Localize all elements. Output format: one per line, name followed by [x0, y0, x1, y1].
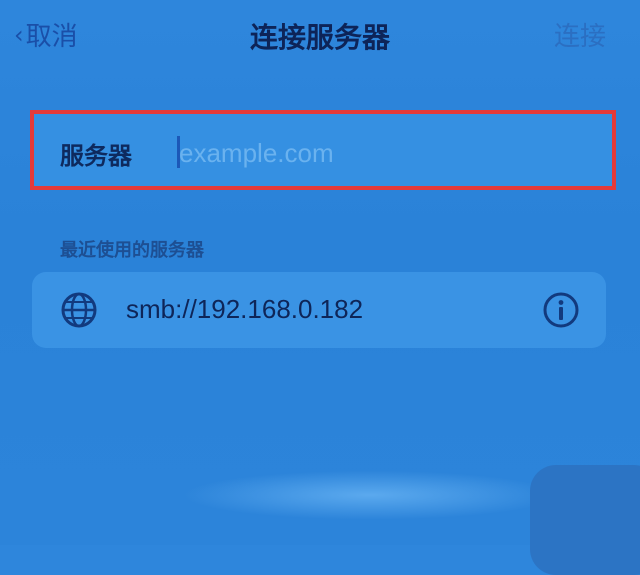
recent-servers-header: 最近使用的服务器 — [60, 240, 204, 261]
server-input-card: 服务器 — [30, 110, 616, 190]
page-title: 连接服务器 — [249, 21, 390, 54]
server-label: 服务器 — [60, 142, 132, 170]
background-glow — [180, 470, 560, 520]
globe-icon — [61, 292, 97, 328]
recent-server-item[interactable]: smb://192.168.0.182 — [32, 272, 606, 348]
info-icon[interactable] — [542, 291, 580, 329]
text-caret — [177, 136, 180, 168]
recent-server-address: smb://192.168.0.182 — [126, 294, 364, 324]
connect-button[interactable]: 连接 — [554, 16, 606, 53]
partial-ui-element — [530, 465, 640, 575]
navigation-bar: ‹ 取消 连接服务器 连接 — [0, 0, 640, 72]
server-input[interactable] — [177, 130, 601, 176]
